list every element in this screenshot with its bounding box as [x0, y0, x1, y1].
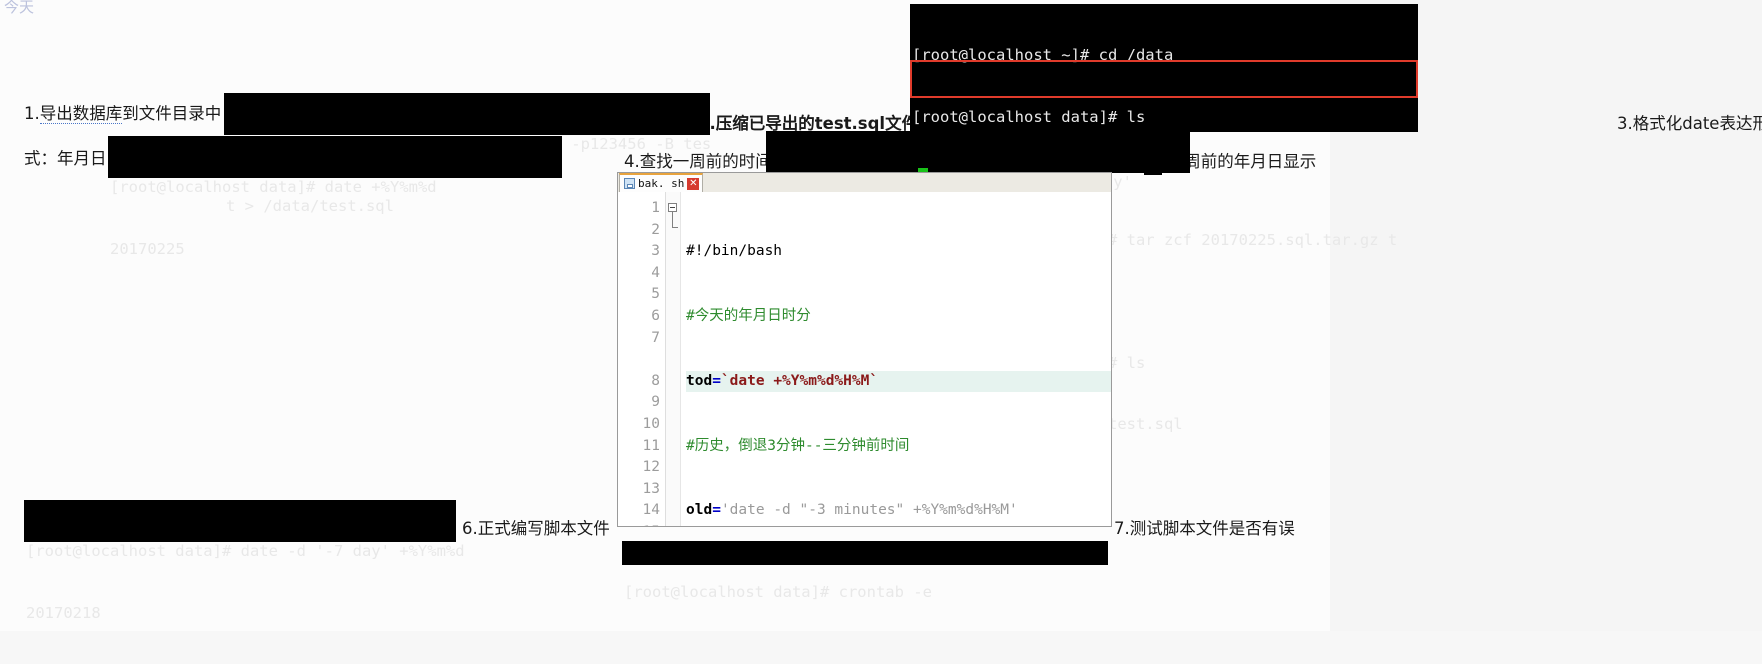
line-number: 5: [651, 286, 660, 303]
terminal-date-format: [root@localhost data]# date +%Y%m%d 2017…: [108, 136, 562, 258]
line-number: 8: [651, 372, 660, 389]
line-number: 12: [642, 459, 660, 476]
line-number: 7: [651, 329, 660, 346]
terminal-crontab: [root@localhost data]# crontab -e: [622, 541, 1108, 601]
close-icon[interactable]: ✕: [687, 177, 700, 190]
editor-source-text[interactable]: #!/bin/bash #今天的年月日时分 tod=`date +%Y%m%d%…: [681, 192, 1111, 526]
caption-6: 6.正式编写脚本文件: [462, 519, 610, 538]
line-number: 1: [651, 200, 660, 216]
line-number: 14: [642, 502, 660, 519]
line-number: 11: [642, 437, 660, 454]
code-editor-window[interactable]: bak. sh ✕ 1 2 3 4 5 6 7 8 9 10 11 12 13 …: [617, 172, 1112, 527]
line-number: 15: [618, 522, 660, 526]
editor-tab-bak-sh[interactable]: bak. sh ✕: [619, 173, 704, 192]
terminal-tar: [root@localhost ~]# cd /data [root@local…: [910, 4, 1418, 433]
line-number: 6: [651, 307, 660, 324]
caption-1: 1.导出数据库到文件目录中: [24, 104, 222, 124]
line-number: 10: [642, 415, 660, 432]
caption-3: 3.格式化date表达形: [1617, 114, 1762, 133]
code-line-3: tod=`date +%Y%m%d%H%M`: [686, 370, 1111, 393]
editor-tab-bar: bak. sh ✕: [618, 173, 1111, 193]
terminal-line: [root@localhost data]# crontab -e: [624, 583, 932, 601]
terminal-line: [root@localhost data]# date +%Y%m%d: [110, 178, 437, 196]
line-number: 2: [651, 221, 660, 238]
terminal-line: 20170225: [110, 239, 185, 258]
terminal-line: 20170218: [26, 603, 101, 622]
line-number-wrapped: [618, 349, 660, 371]
caption-7: 7.测试脚本文件是否有误: [1114, 519, 1295, 538]
page-canvas: 今天 1.导出数据库到文件目录中 [root@localhost ~]# mys…: [0, 0, 1762, 631]
terminal-date-week-ago-format: [root@localhost data]# date -d '-7 day' …: [24, 500, 465, 622]
editor-fold-margin[interactable]: [666, 192, 681, 526]
line-number: 9: [651, 394, 660, 411]
code-line-4: #历史，倒退3分钟--三分钟前时间: [686, 437, 910, 454]
fold-line: [672, 212, 673, 228]
terminal-line: [root@localhost data]# ls: [912, 107, 1146, 126]
terminal-date-week-ago: [root@localhost data]# date -d '-7 day' …: [766, 131, 1190, 253]
line-number: 13: [642, 480, 660, 497]
editor-code-area[interactable]: 1 2 3 4 5 6 7 8 9 10 11 12 13 14 15 16 1…: [618, 192, 1111, 526]
editor-line-number-gutter: 1 2 3 4 5 6 7 8 9 10 11 12 13 14 15 16 1…: [618, 192, 666, 526]
fold-end-marker: [672, 227, 678, 228]
line-number: 3: [651, 243, 660, 260]
line-number: 4: [651, 264, 660, 281]
code-line-2: #今天的年月日时分: [686, 307, 811, 324]
caption-3b: 式：年月日: [24, 149, 107, 168]
fold-collapse-icon[interactable]: [668, 203, 677, 212]
terminal-line: [root@localhost data]# date -d '-7 day' …: [26, 542, 465, 560]
page-top-faded-text: 今天: [4, 0, 35, 16]
save-file-icon: [624, 178, 635, 189]
shebang: #!/bin/bash: [686, 243, 783, 260]
terminal-mysqldump: [root@localhost ~]# mysqldump -uroot -p1…: [224, 93, 711, 215]
code-line-1: #!/bin/bash: [686, 241, 1111, 263]
code-line-5: old='date -d "-3 minutes" +%Y%m%d%H%M': [686, 502, 1018, 519]
tar-result-filename-2: test.sql: [1107, 415, 1183, 433]
terminal-line: [root@localhost ~]# cd /data: [912, 46, 1174, 64]
editor-tab-label: bak. sh: [638, 177, 685, 190]
terminal-caption5-bg: [1144, 145, 1162, 175]
